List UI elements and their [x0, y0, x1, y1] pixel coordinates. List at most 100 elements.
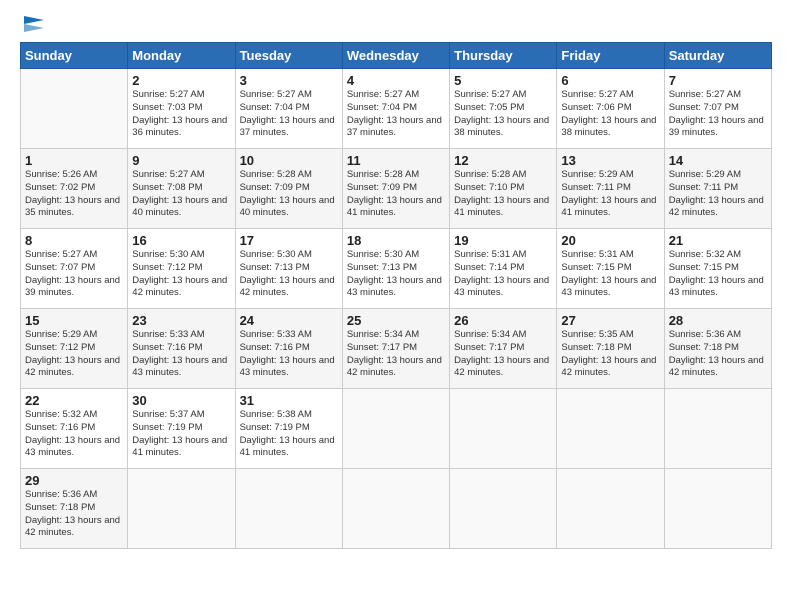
day-number: 15: [25, 313, 123, 328]
main-container: Sunday Monday Tuesday Wednesday Thursday…: [0, 0, 792, 559]
day-number: 6: [561, 73, 659, 88]
day-number: 21: [669, 233, 767, 248]
day-info: Sunrise: 5:34 AMSunset: 7:17 PMDaylight:…: [347, 329, 445, 380]
logo: [20, 18, 44, 32]
day-info: Sunrise: 5:38 AMSunset: 7:19 PMDaylight:…: [240, 409, 338, 460]
day-info: Sunrise: 5:30 AMSunset: 7:13 PMDaylight:…: [240, 249, 338, 300]
day-info: Sunrise: 5:29 AMSunset: 7:12 PMDaylight:…: [25, 329, 123, 380]
day-info: Sunrise: 5:31 AMSunset: 7:15 PMDaylight:…: [561, 249, 659, 300]
table-row: 2Sunrise: 5:27 AMSunset: 7:03 PMDaylight…: [128, 69, 235, 149]
day-info: Sunrise: 5:37 AMSunset: 7:19 PMDaylight:…: [132, 409, 230, 460]
table-row: [235, 469, 342, 549]
table-row: [450, 389, 557, 469]
day-number: 2: [132, 73, 230, 88]
calendar-week-row: 2Sunrise: 5:27 AMSunset: 7:03 PMDaylight…: [21, 69, 772, 149]
table-row: 25Sunrise: 5:34 AMSunset: 7:17 PMDayligh…: [342, 309, 449, 389]
day-info: Sunrise: 5:27 AMSunset: 7:07 PMDaylight:…: [25, 249, 123, 300]
day-info: Sunrise: 5:29 AMSunset: 7:11 PMDaylight:…: [561, 169, 659, 220]
calendar-week-row: 29Sunrise: 5:36 AMSunset: 7:18 PMDayligh…: [21, 469, 772, 549]
day-number: 23: [132, 313, 230, 328]
calendar-week-row: 8Sunrise: 5:27 AMSunset: 7:07 PMDaylight…: [21, 229, 772, 309]
table-row: 14Sunrise: 5:29 AMSunset: 7:11 PMDayligh…: [664, 149, 771, 229]
day-info: Sunrise: 5:27 AMSunset: 7:07 PMDaylight:…: [669, 89, 767, 140]
day-number: 1: [25, 153, 123, 168]
table-row: [557, 389, 664, 469]
table-row: 17Sunrise: 5:30 AMSunset: 7:13 PMDayligh…: [235, 229, 342, 309]
day-number: 24: [240, 313, 338, 328]
day-number: 26: [454, 313, 552, 328]
day-info: Sunrise: 5:27 AMSunset: 7:04 PMDaylight:…: [347, 89, 445, 140]
table-row: 10Sunrise: 5:28 AMSunset: 7:09 PMDayligh…: [235, 149, 342, 229]
day-number: 18: [347, 233, 445, 248]
calendar-table: Sunday Monday Tuesday Wednesday Thursday…: [20, 42, 772, 549]
day-number: 30: [132, 393, 230, 408]
day-info: Sunrise: 5:30 AMSunset: 7:12 PMDaylight:…: [132, 249, 230, 300]
day-info: Sunrise: 5:33 AMSunset: 7:16 PMDaylight:…: [132, 329, 230, 380]
day-info: Sunrise: 5:36 AMSunset: 7:18 PMDaylight:…: [25, 489, 123, 540]
table-row: 20Sunrise: 5:31 AMSunset: 7:15 PMDayligh…: [557, 229, 664, 309]
table-row: 26Sunrise: 5:34 AMSunset: 7:17 PMDayligh…: [450, 309, 557, 389]
table-row: 29Sunrise: 5:36 AMSunset: 7:18 PMDayligh…: [21, 469, 128, 549]
day-info: Sunrise: 5:32 AMSunset: 7:16 PMDaylight:…: [25, 409, 123, 460]
table-row: 15Sunrise: 5:29 AMSunset: 7:12 PMDayligh…: [21, 309, 128, 389]
table-row: [342, 389, 449, 469]
table-row: 16Sunrise: 5:30 AMSunset: 7:12 PMDayligh…: [128, 229, 235, 309]
table-row: 11Sunrise: 5:28 AMSunset: 7:09 PMDayligh…: [342, 149, 449, 229]
calendar-week-row: 15Sunrise: 5:29 AMSunset: 7:12 PMDayligh…: [21, 309, 772, 389]
table-row: 27Sunrise: 5:35 AMSunset: 7:18 PMDayligh…: [557, 309, 664, 389]
table-row: [128, 469, 235, 549]
logo-flag-icon: [22, 16, 44, 34]
day-number: 19: [454, 233, 552, 248]
day-number: 10: [240, 153, 338, 168]
day-number: 7: [669, 73, 767, 88]
day-number: 29: [25, 473, 123, 488]
day-number: 25: [347, 313, 445, 328]
table-row: [664, 469, 771, 549]
day-info: Sunrise: 5:30 AMSunset: 7:13 PMDaylight:…: [347, 249, 445, 300]
header-thursday: Thursday: [450, 43, 557, 69]
calendar-week-row: 22Sunrise: 5:32 AMSunset: 7:16 PMDayligh…: [21, 389, 772, 469]
table-row: 8Sunrise: 5:27 AMSunset: 7:07 PMDaylight…: [21, 229, 128, 309]
table-row: 24Sunrise: 5:33 AMSunset: 7:16 PMDayligh…: [235, 309, 342, 389]
day-number: 9: [132, 153, 230, 168]
weekday-header-row: Sunday Monday Tuesday Wednesday Thursday…: [21, 43, 772, 69]
table-row: [557, 469, 664, 549]
table-row: 18Sunrise: 5:30 AMSunset: 7:13 PMDayligh…: [342, 229, 449, 309]
day-number: 16: [132, 233, 230, 248]
table-row: [21, 69, 128, 149]
table-row: 30Sunrise: 5:37 AMSunset: 7:19 PMDayligh…: [128, 389, 235, 469]
day-info: Sunrise: 5:35 AMSunset: 7:18 PMDaylight:…: [561, 329, 659, 380]
day-number: 22: [25, 393, 123, 408]
day-number: 4: [347, 73, 445, 88]
day-info: Sunrise: 5:33 AMSunset: 7:16 PMDaylight:…: [240, 329, 338, 380]
header-friday: Friday: [557, 43, 664, 69]
table-row: 19Sunrise: 5:31 AMSunset: 7:14 PMDayligh…: [450, 229, 557, 309]
table-row: 13Sunrise: 5:29 AMSunset: 7:11 PMDayligh…: [557, 149, 664, 229]
table-row: 1Sunrise: 5:26 AMSunset: 7:02 PMDaylight…: [21, 149, 128, 229]
day-info: Sunrise: 5:32 AMSunset: 7:15 PMDaylight:…: [669, 249, 767, 300]
day-number: 12: [454, 153, 552, 168]
table-row: 4Sunrise: 5:27 AMSunset: 7:04 PMDaylight…: [342, 69, 449, 149]
table-row: [664, 389, 771, 469]
day-number: 28: [669, 313, 767, 328]
day-number: 13: [561, 153, 659, 168]
table-row: 7Sunrise: 5:27 AMSunset: 7:07 PMDaylight…: [664, 69, 771, 149]
day-info: Sunrise: 5:27 AMSunset: 7:04 PMDaylight:…: [240, 89, 338, 140]
day-info: Sunrise: 5:28 AMSunset: 7:10 PMDaylight:…: [454, 169, 552, 220]
table-row: 28Sunrise: 5:36 AMSunset: 7:18 PMDayligh…: [664, 309, 771, 389]
table-row: 21Sunrise: 5:32 AMSunset: 7:15 PMDayligh…: [664, 229, 771, 309]
header-saturday: Saturday: [664, 43, 771, 69]
table-row: [342, 469, 449, 549]
table-row: 23Sunrise: 5:33 AMSunset: 7:16 PMDayligh…: [128, 309, 235, 389]
table-row: 12Sunrise: 5:28 AMSunset: 7:10 PMDayligh…: [450, 149, 557, 229]
day-info: Sunrise: 5:27 AMSunset: 7:05 PMDaylight:…: [454, 89, 552, 140]
day-number: 31: [240, 393, 338, 408]
day-info: Sunrise: 5:31 AMSunset: 7:14 PMDaylight:…: [454, 249, 552, 300]
logo-wrapper: [20, 18, 44, 34]
header-tuesday: Tuesday: [235, 43, 342, 69]
day-info: Sunrise: 5:28 AMSunset: 7:09 PMDaylight:…: [240, 169, 338, 220]
day-number: 5: [454, 73, 552, 88]
day-info: Sunrise: 5:26 AMSunset: 7:02 PMDaylight:…: [25, 169, 123, 220]
day-info: Sunrise: 5:28 AMSunset: 7:09 PMDaylight:…: [347, 169, 445, 220]
day-number: 17: [240, 233, 338, 248]
